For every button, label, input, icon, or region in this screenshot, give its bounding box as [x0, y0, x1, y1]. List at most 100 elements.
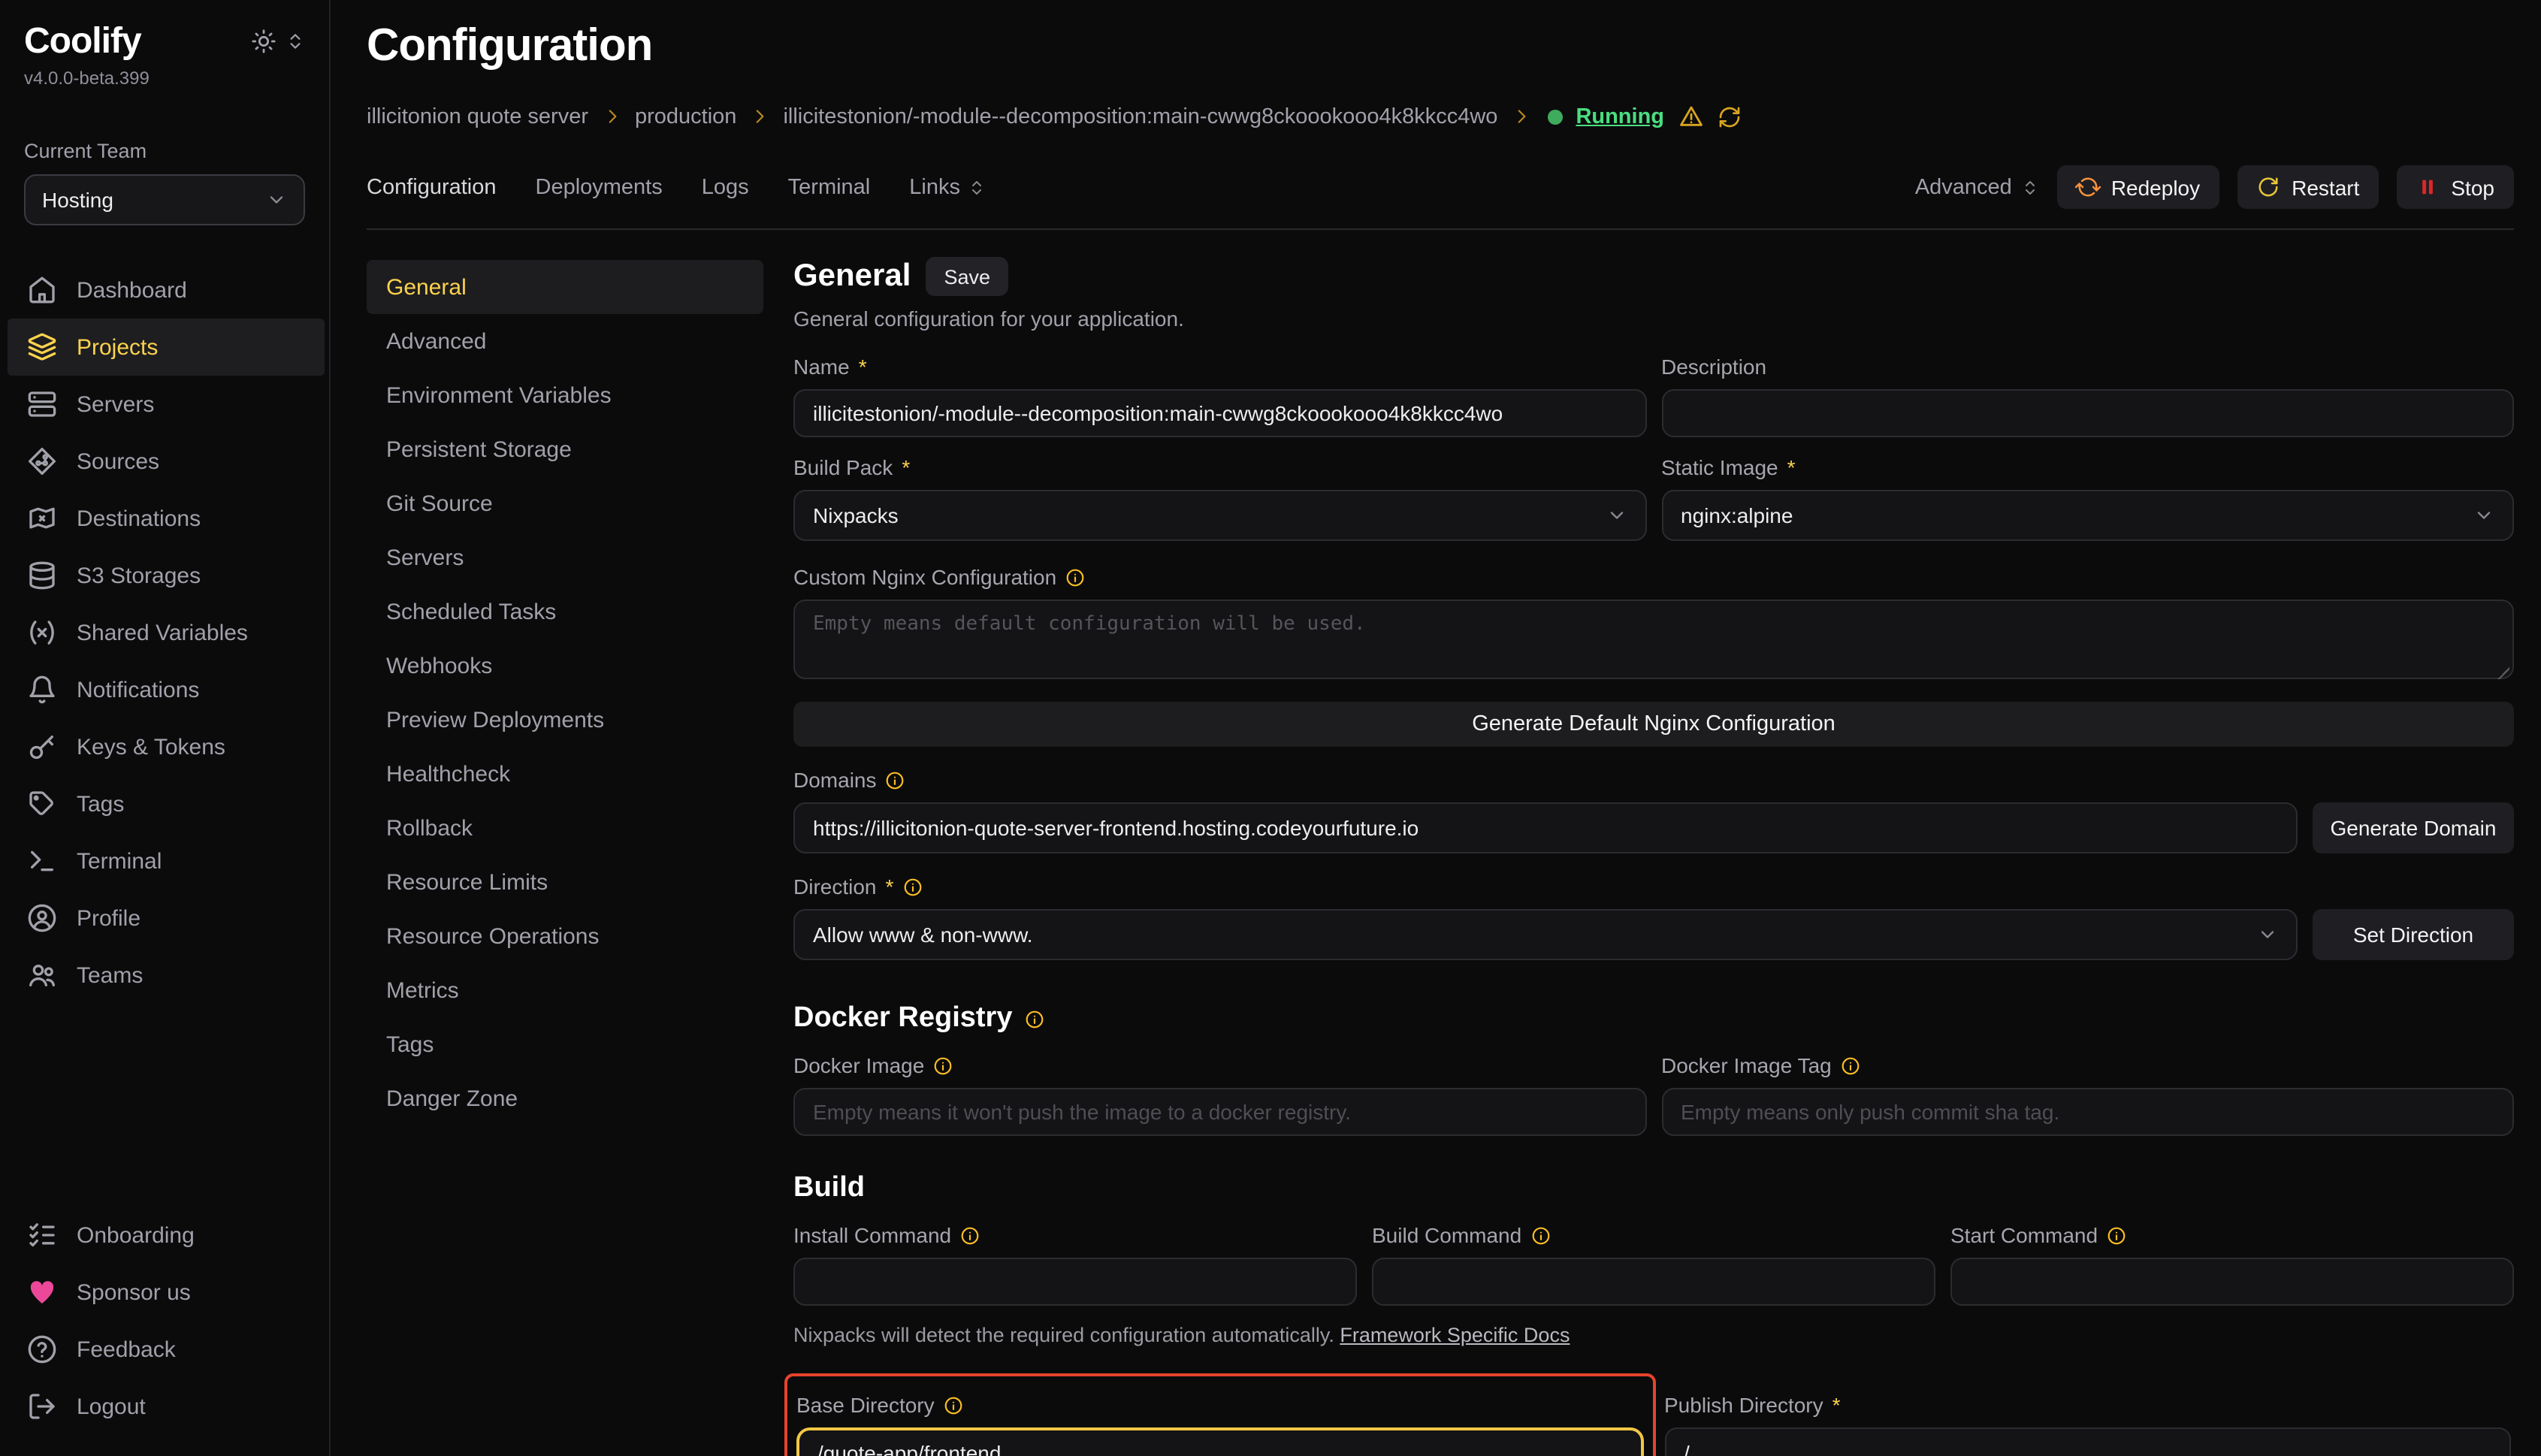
subnav-item-environment-variables[interactable]: Environment Variables — [367, 368, 763, 422]
direction-label: Direction — [793, 875, 877, 899]
sidebar-item-shared-variables[interactable]: Shared Variables — [8, 604, 325, 661]
main-area: Configuration illicitonion quote server … — [331, 0, 2541, 1456]
generate-domain-button[interactable]: Generate Domain — [2313, 802, 2514, 853]
tab-terminal[interactable]: Terminal — [788, 175, 871, 199]
sidebar-item-terminal[interactable]: Terminal — [8, 832, 325, 890]
direction-select[interactable]: Allow www & non-www. — [793, 909, 2298, 960]
sidebar-item-label: Projects — [77, 334, 158, 360]
sidebar-item-keys-tokens[interactable]: Keys & Tokens — [8, 718, 325, 775]
subnav-item-tags[interactable]: Tags — [367, 1017, 763, 1071]
tab-deployments[interactable]: Deployments — [536, 175, 663, 199]
publish-directory-input[interactable] — [1664, 1427, 2511, 1456]
subnav-item-persistent-storage[interactable]: Persistent Storage — [367, 422, 763, 476]
chevron-down-icon — [1606, 505, 1627, 526]
sidebar-footer-item-sponsor-us[interactable]: Sponsor us — [8, 1264, 325, 1321]
redeploy-button[interactable]: Redeploy — [2057, 165, 2219, 209]
sidebar-item-label: Dashboard — [77, 277, 187, 303]
status-running-link[interactable]: Running — [1576, 104, 1664, 128]
framework-docs-link[interactable]: Framework Specific Docs — [1340, 1324, 1570, 1346]
docker-image-input[interactable] — [793, 1088, 1646, 1136]
breadcrumb-environment[interactable]: production — [635, 104, 736, 128]
team-select[interactable]: Hosting — [24, 174, 305, 225]
sidebar-item-label: Feedback — [77, 1337, 176, 1362]
build-command-input[interactable] — [1372, 1258, 1935, 1306]
install-command-input[interactable] — [793, 1258, 1357, 1306]
subnav-item-servers[interactable]: Servers — [367, 530, 763, 585]
static-image-select[interactable]: nginx:alpine — [1661, 490, 2514, 541]
sidebar-footer-item-onboarding[interactable]: Onboarding — [8, 1207, 325, 1264]
sidebar-item-s3-storages[interactable]: S3 Storages — [8, 547, 325, 604]
subnav-item-rollback[interactable]: Rollback — [367, 801, 763, 855]
nixpacks-note: Nixpacks will detect the required config… — [793, 1324, 2514, 1346]
subnav-item-general[interactable]: General — [367, 260, 763, 314]
sidebar-footer-item-feedback[interactable]: Feedback — [8, 1321, 325, 1378]
set-direction-button[interactable]: Set Direction — [2313, 909, 2514, 960]
stop-button[interactable]: Stop — [2397, 165, 2514, 209]
resize-handle[interactable] — [2497, 667, 2509, 679]
sidebar-footer-item-logout[interactable]: Logout — [8, 1378, 325, 1435]
sidebar-item-profile[interactable]: Profile — [8, 890, 325, 947]
subnav-item-metrics[interactable]: Metrics — [367, 963, 763, 1017]
custom-nginx-textarea[interactable] — [793, 600, 2514, 679]
tab-logs[interactable]: Logs — [702, 175, 749, 199]
sidebar-item-notifications[interactable]: Notifications — [8, 661, 325, 718]
git-icon — [27, 446, 57, 476]
status-dot — [1547, 109, 1562, 124]
name-label: Name — [793, 355, 850, 379]
checklist-icon — [27, 1220, 57, 1250]
chevron-down-icon — [2473, 505, 2494, 526]
generate-nginx-button[interactable]: Generate Default Nginx Configuration — [793, 702, 2514, 747]
database-icon — [27, 560, 57, 591]
home-icon — [27, 275, 57, 305]
sidebar-item-label: Servers — [77, 391, 154, 417]
app-root: Coolify v4.0.0-beta.399 Current Team Hos… — [0, 0, 2541, 1456]
sidebar-item-tags[interactable]: Tags — [8, 775, 325, 832]
subnav-item-healthcheck[interactable]: Healthcheck — [367, 747, 763, 801]
sidebar-item-destinations[interactable]: Destinations — [8, 490, 325, 547]
sidebar-item-servers[interactable]: Servers — [8, 376, 325, 433]
chevron-right-icon — [1511, 107, 1530, 126]
build-pack-select[interactable]: Nixpacks — [793, 490, 1646, 541]
docker-image-tag-input[interactable] — [1661, 1088, 2514, 1136]
start-command-input[interactable] — [1950, 1258, 2514, 1306]
description-input[interactable] — [1661, 389, 2514, 437]
subnav-item-advanced[interactable]: Advanced — [367, 314, 763, 368]
domains-label: Domains — [793, 768, 877, 792]
info-icon — [944, 1395, 963, 1415]
publish-directory-label: Publish Directory — [1664, 1393, 1823, 1417]
subnav-item-git-source[interactable]: Git Source — [367, 476, 763, 530]
tab-configuration[interactable]: Configuration — [367, 175, 497, 199]
advanced-dropdown[interactable]: Advanced — [1915, 175, 2039, 199]
subnav-item-preview-deployments[interactable]: Preview Deployments — [367, 693, 763, 747]
sidebar-item-label: Onboarding — [77, 1222, 195, 1248]
refresh-icon[interactable] — [1717, 104, 1741, 128]
tab-links[interactable]: Links — [909, 175, 986, 199]
subnav-item-resource-operations[interactable]: Resource Operations — [367, 909, 763, 963]
breadcrumb-resource[interactable]: illicitestonion/-module--decomposition:m… — [783, 104, 1497, 128]
base-directory-input[interactable] — [796, 1427, 1643, 1456]
server-icon — [27, 389, 57, 419]
tags-icon — [27, 789, 57, 819]
subnav-item-webhooks[interactable]: Webhooks — [367, 639, 763, 693]
subnav-item-resource-limits[interactable]: Resource Limits — [367, 855, 763, 909]
name-input[interactable] — [793, 389, 1646, 437]
breadcrumb-project[interactable]: illicitonion quote server — [367, 104, 588, 128]
start-command-label: Start Command — [1950, 1223, 2098, 1247]
chevrons-up-down-icon[interactable] — [286, 32, 305, 51]
sidebar-item-teams[interactable]: Teams — [8, 947, 325, 1004]
sidebar-item-projects[interactable]: Projects — [8, 319, 325, 376]
sidebar-item-sources[interactable]: Sources — [8, 433, 325, 490]
info-icon — [1024, 1009, 1044, 1029]
restart-button[interactable]: Restart — [2237, 165, 2379, 209]
subnav-item-danger-zone[interactable]: Danger Zone — [367, 1071, 763, 1125]
save-button[interactable]: Save — [926, 257, 1008, 296]
sidebar-item-dashboard[interactable]: Dashboard — [8, 261, 325, 319]
user-icon — [27, 903, 57, 933]
chevron-right-icon — [602, 107, 621, 126]
subnav-item-scheduled-tasks[interactable]: Scheduled Tasks — [367, 585, 763, 639]
domains-input[interactable] — [793, 802, 2298, 853]
page-title: Configuration — [367, 21, 2514, 72]
sun-icon[interactable] — [251, 29, 276, 54]
info-icon — [1065, 567, 1085, 587]
build-command-label: Build Command — [1372, 1223, 1521, 1247]
